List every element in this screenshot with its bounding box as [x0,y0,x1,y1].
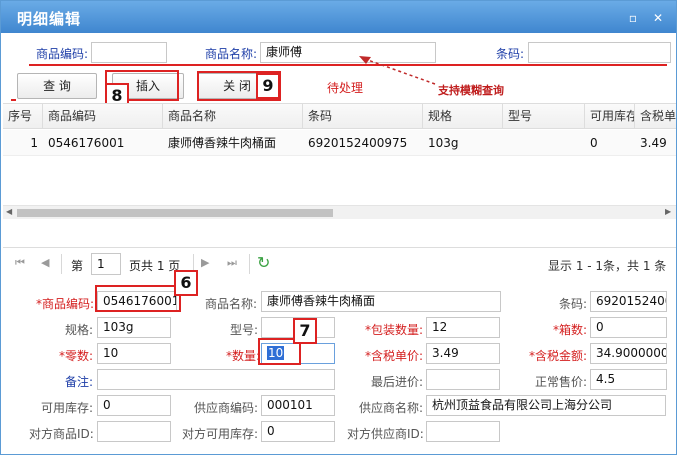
cell-barcode: 6920152400975 [308,136,408,150]
scrollbar-thumb[interactable] [17,209,333,217]
page-prefix: 第 [71,259,84,273]
form-normal-price-label: 正常售价: [535,375,588,389]
form-pack-label: *包装数量: [365,323,424,337]
search-code-input[interactable] [91,42,167,63]
form-supplier-name-label: 供应商名称: [359,401,424,415]
col-header-price[interactable]: 含税单价 [635,104,676,128]
form-last-price-input[interactable] [426,369,500,390]
form-remark-label: 备注: [65,375,94,389]
form-amount-label: *含税金额: [529,349,588,363]
cell-stock: 0 [590,136,598,150]
form-price-input[interactable]: 3.49 [426,343,500,364]
form-last-price-label: 最后进价: [371,375,424,389]
cell-price: 3.49 [640,136,667,150]
table-row[interactable]: 1 0546176001 康师傅香辣牛肉桶面 6920152400975 103… [3,130,676,156]
form-barcode-label: 条码: [559,297,588,311]
form-name-label: 商品名称: [205,297,258,311]
form-peer-goods-input[interactable] [97,421,171,442]
form-stock-input[interactable]: 0 [97,395,171,416]
pager-divider [249,254,250,274]
col-header-spec[interactable]: 规格 [423,104,503,128]
prev-page-icon[interactable]: ◀ [41,256,49,269]
form-pack-input[interactable]: 12 [426,317,500,338]
window-title: 明细编辑 [17,10,82,28]
form-supplier-code-input[interactable]: 000101 [261,395,335,416]
fuzzy-search-note: 支持模糊查询 [438,84,504,97]
annotation-underline [29,64,667,66]
pager-summary: 显示 1 - 1条，共 1 条 [548,259,667,273]
pager-divider [61,254,62,274]
cell-index: 1 [30,136,38,150]
pagination-bar: ⏮ ◀ 第 1 页共 1 页 ▶ ⏭ ↻ 显示 1 - 1条，共 1 条 [3,247,676,279]
col-header-barcode[interactable]: 条码 [303,104,423,128]
form-barcode-input[interactable]: 6920152400975 [590,291,667,312]
close-icon[interactable]: ✕ [653,12,663,24]
cell-name: 康师傅香辣牛肉桶面 [168,136,277,150]
first-page-icon[interactable]: ⏮ [15,256,25,270]
page-number-input[interactable]: 1 [91,253,121,275]
form-spec-label: 规格: [65,323,94,337]
step-marker-9: 9 [256,73,280,99]
form-normal-price-input[interactable]: 4.5 [590,369,667,390]
status-marker [11,99,16,101]
col-header-code[interactable]: 商品编码 [43,104,163,128]
search-code-label: 商品编码: [36,47,89,61]
col-header-index[interactable]: 序号 [3,104,43,128]
next-page-icon[interactable]: ▶ [201,256,209,269]
last-page-icon[interactable]: ⏭ [227,256,237,270]
search-barcode-label: 条码: [496,47,525,61]
form-code-label: *商品编码: [36,297,95,311]
form-supplier-code-label: 供应商编码: [194,401,259,415]
form-loose-input[interactable]: 10 [97,343,171,364]
scroll-right-icon[interactable]: ▶ [665,207,671,216]
col-header-stock[interactable]: 可用库存 [585,104,635,128]
form-name-input[interactable]: 康师傅香辣牛肉桶面 [261,291,501,312]
form-stock-label: 可用库存: [41,401,94,415]
col-header-name[interactable]: 商品名称 [163,104,303,128]
query-button[interactable]: 查 询 [17,73,97,99]
form-model-label: 型号: [230,323,259,337]
scroll-left-icon[interactable]: ◀ [6,207,12,216]
form-supplier-name-input[interactable]: 杭州顶益食品有限公司上海分公司 [426,395,666,416]
form-peer-goods-label: 对方商品ID: [29,427,94,441]
form-box-label: *箱数: [553,323,588,337]
annotation-box-code [95,285,181,312]
form-peer-supplier-label: 对方供应商ID: [347,427,424,441]
form-spec-input[interactable]: 103g [97,317,171,338]
form-amount-input[interactable]: 34.9000000 [590,343,667,364]
search-name-label: 商品名称: [205,47,258,61]
detail-edit-window: 明细编辑 ▫ ✕ 商品编码: 商品名称: 康师傅 条码: 支持模糊查询 查 询 … [0,0,677,455]
page-suffix: 页共 1 页 [129,259,181,273]
form-peer-supplier-input[interactable] [426,421,500,442]
status-label: 待处理 [327,81,364,95]
form-peer-stock-label: 对方可用库存: [182,427,259,441]
col-header-model[interactable]: 型号 [503,104,585,128]
form-peer-stock-input[interactable]: 0 [261,421,335,442]
cell-spec: 103g [428,136,459,150]
form-price-label: *含税单价: [365,349,424,363]
form-box-input[interactable]: 0 [590,317,667,338]
annotation-arrow [359,56,436,85]
refresh-icon[interactable]: ↻ [257,253,270,272]
cell-code: 0546176001 [48,136,125,150]
step-marker-7: 7 [293,318,317,344]
grid-horizontal-scrollbar[interactable]: ◀ ▶ [3,205,676,219]
form-loose-label: *零数: [59,349,94,363]
form-remark-input[interactable] [97,369,335,390]
form-qty-label: *数量: [226,349,261,363]
minimize-icon[interactable]: ▫ [628,12,638,24]
cell-model [503,130,585,156]
title-bar: 明细编辑 ▫ ✕ [1,1,676,33]
search-barcode-input[interactable] [528,42,671,63]
grid-header: 序号 商品编码 商品名称 条码 规格 型号 可用库存 含税单价 [3,103,676,129]
step-marker-6: 6 [174,270,198,296]
